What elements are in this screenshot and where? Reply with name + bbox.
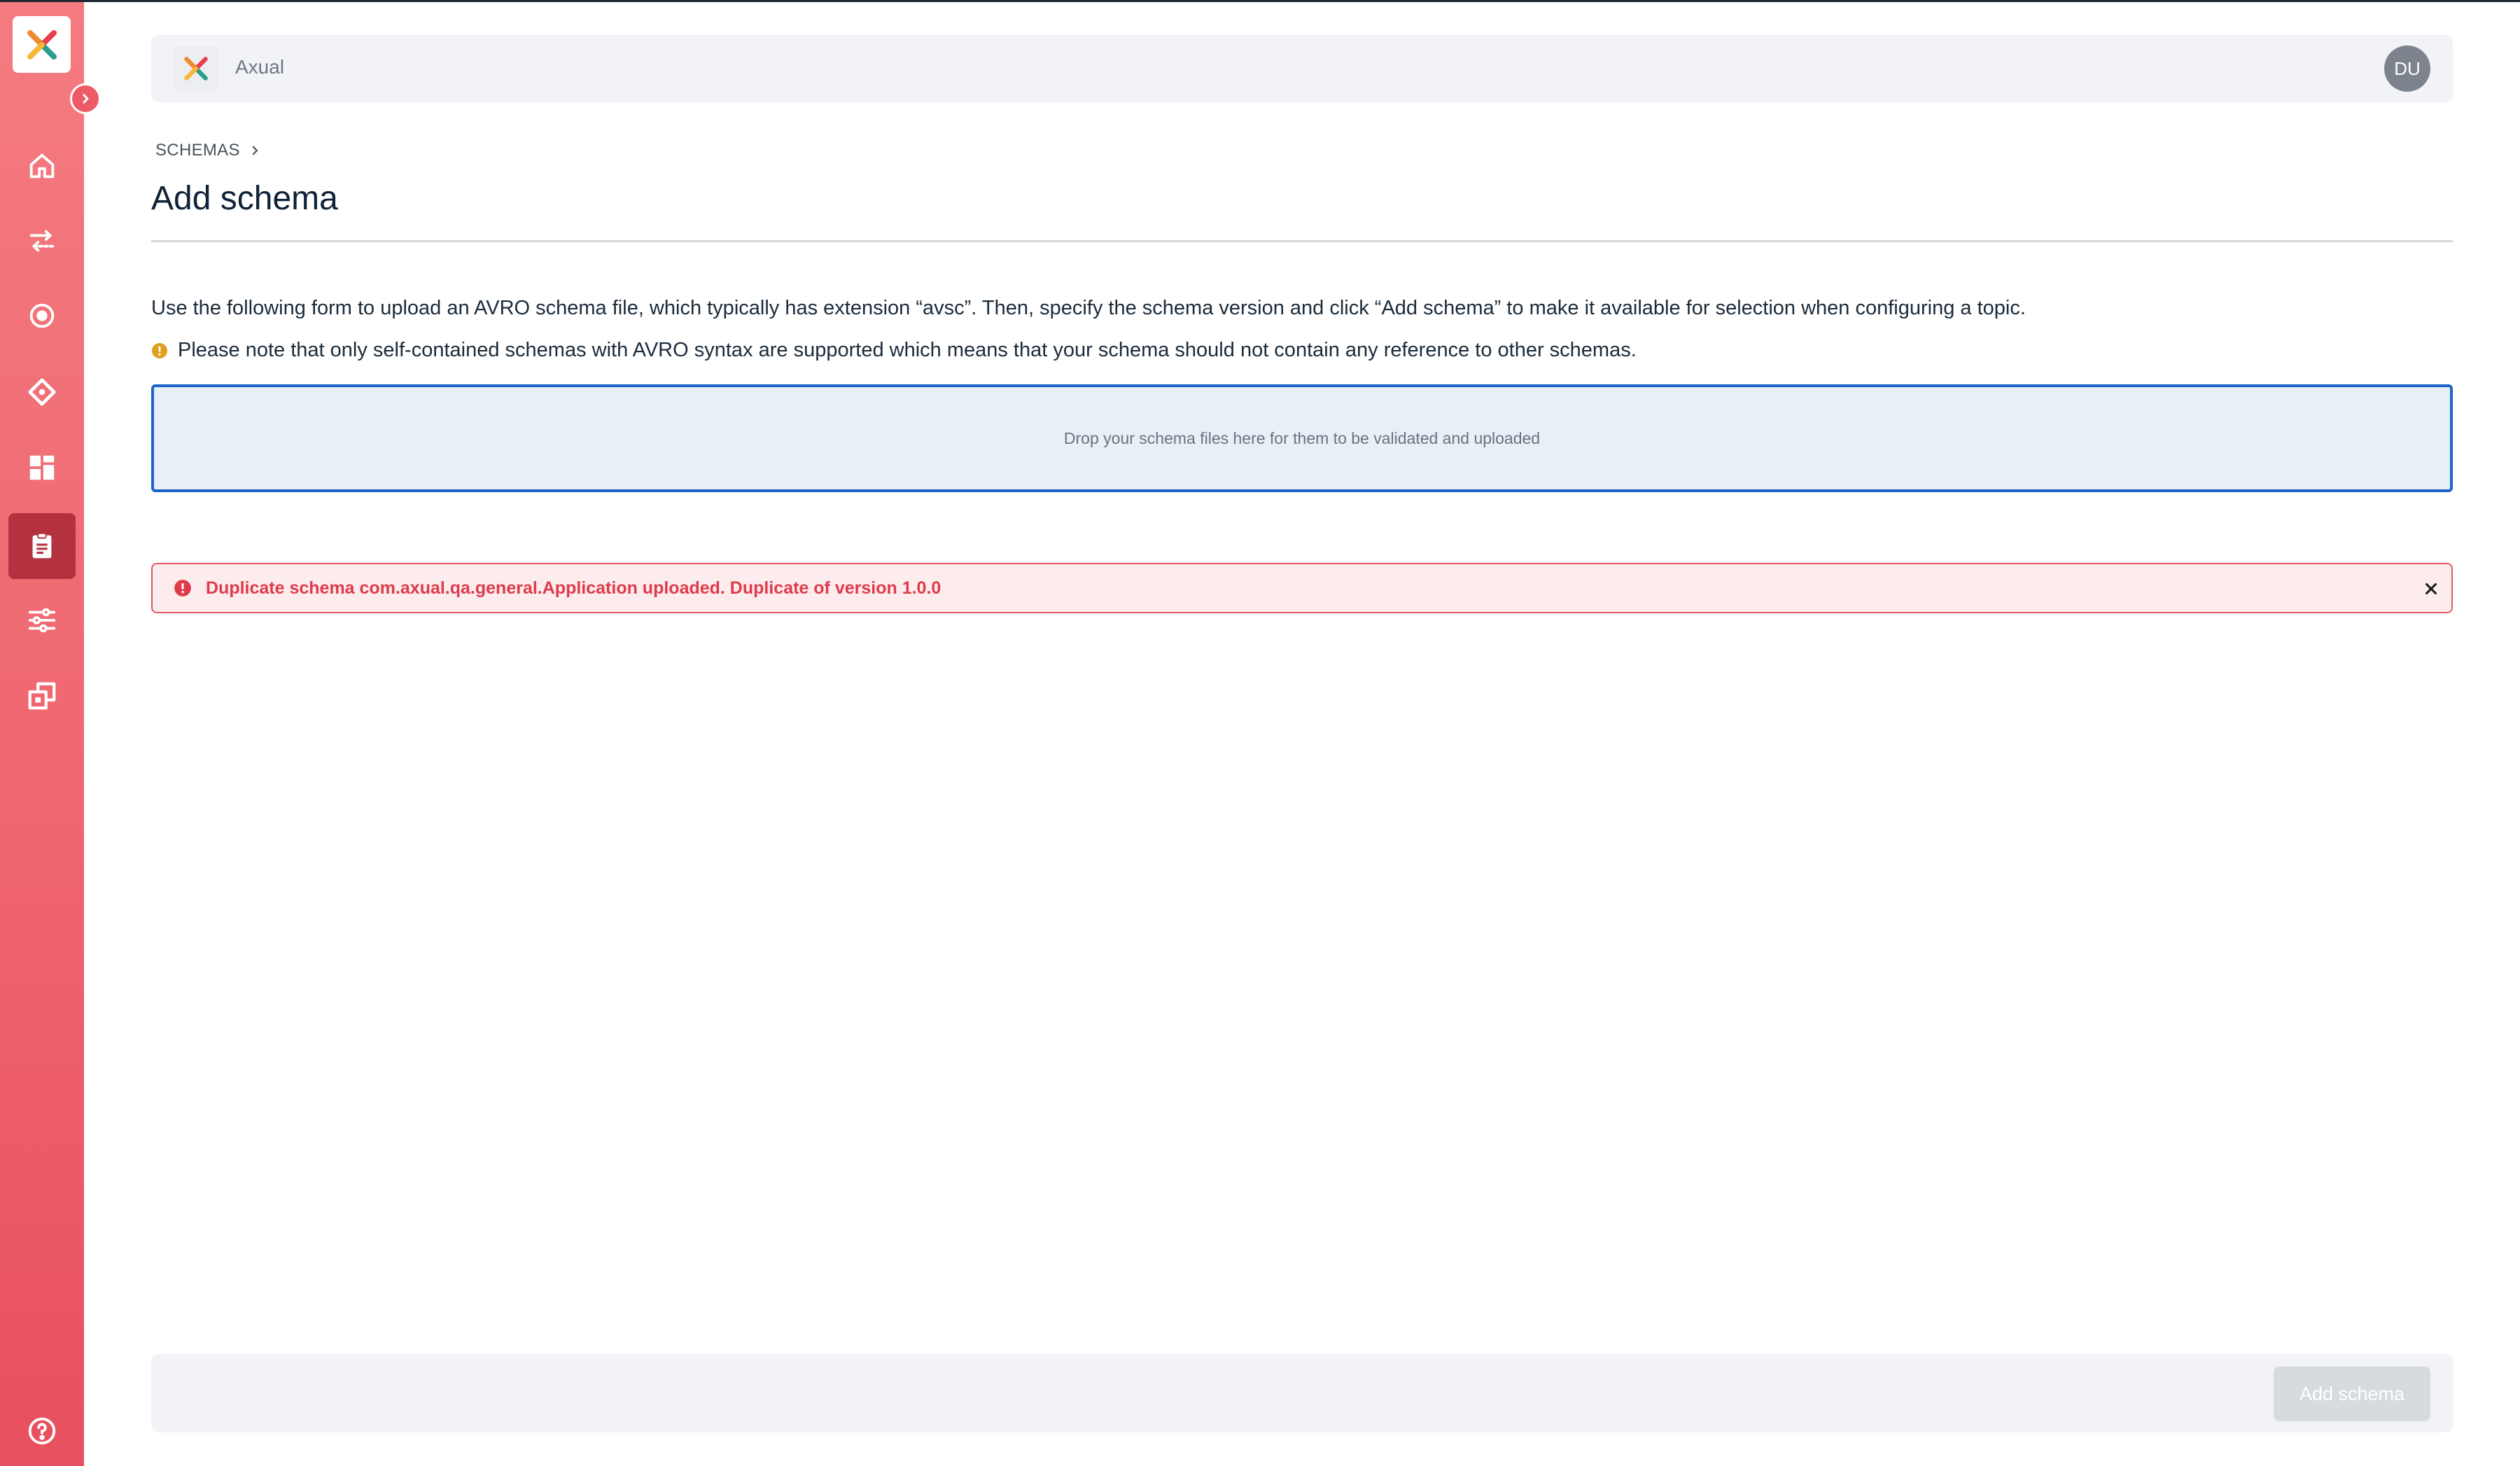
app-logo[interactable] xyxy=(13,16,71,73)
sidebar-item-home[interactable] xyxy=(8,133,76,199)
intro-text: Use the following form to upload an AVRO… xyxy=(151,297,2026,319)
error-icon xyxy=(174,580,191,596)
error-alert: Duplicate schema com.axual.qa.general.Ap… xyxy=(151,563,2453,613)
schema-file-dropzone[interactable]: Drop your schema files here for them to … xyxy=(151,384,2453,492)
header-app-logo[interactable] xyxy=(174,46,218,91)
user-initials: DU xyxy=(2394,57,2421,79)
header-app-name: Axual xyxy=(235,56,285,78)
sidebar xyxy=(0,2,84,1466)
warning-icon xyxy=(152,342,167,358)
sidebar-item-copy[interactable] xyxy=(8,663,76,729)
sidebar-item-streams[interactable] xyxy=(8,208,76,274)
clipboard-icon xyxy=(32,532,52,559)
window-top-border xyxy=(0,0,2520,2)
axual-logo-icon xyxy=(184,57,208,81)
dropzone-text: Drop your schema files here for them to … xyxy=(1063,428,1541,447)
axual-logo-icon xyxy=(27,29,57,60)
sidebar-item-schemas[interactable] xyxy=(8,513,76,579)
home-icon xyxy=(29,153,55,179)
sidebar-item-applications[interactable] xyxy=(8,359,76,425)
user-avatar[interactable]: DU xyxy=(2384,46,2430,92)
note-line: Please note that only self-contained sch… xyxy=(151,339,1637,362)
top-header: Axual DU xyxy=(151,35,2453,102)
arrows-exchange-icon xyxy=(29,230,55,252)
help-circle-icon xyxy=(28,1417,56,1445)
alert-message: Duplicate schema com.axual.qa.general.Ap… xyxy=(206,578,941,598)
add-schema-button[interactable]: Add schema xyxy=(2274,1367,2430,1421)
grid-icon xyxy=(29,455,55,480)
sidebar-expand-button[interactable] xyxy=(70,83,101,114)
alert-close-button[interactable] xyxy=(2419,577,2443,601)
chevron-right-icon xyxy=(252,146,258,155)
sliders-icon xyxy=(28,608,56,633)
sidebar-item-dashboard[interactable] xyxy=(8,435,76,501)
page-title: Add schema xyxy=(151,180,338,217)
close-icon xyxy=(2426,583,2437,594)
copy-icon xyxy=(28,682,56,710)
note-text: Please note that only self-contained sch… xyxy=(178,339,1637,361)
form-footer: Add schema xyxy=(151,1354,2453,1432)
sidebar-item-help[interactable] xyxy=(8,1398,76,1464)
breadcrumb: SCHEMAS xyxy=(155,140,261,161)
breadcrumb-schemas[interactable]: SCHEMAS xyxy=(155,141,240,160)
title-divider xyxy=(151,240,2453,242)
sidebar-item-settings[interactable] xyxy=(8,587,76,653)
sidebar-item-environments[interactable] xyxy=(8,283,76,349)
chevron-right-icon xyxy=(83,94,89,104)
diamond-icon xyxy=(28,378,56,406)
target-icon xyxy=(29,303,55,328)
